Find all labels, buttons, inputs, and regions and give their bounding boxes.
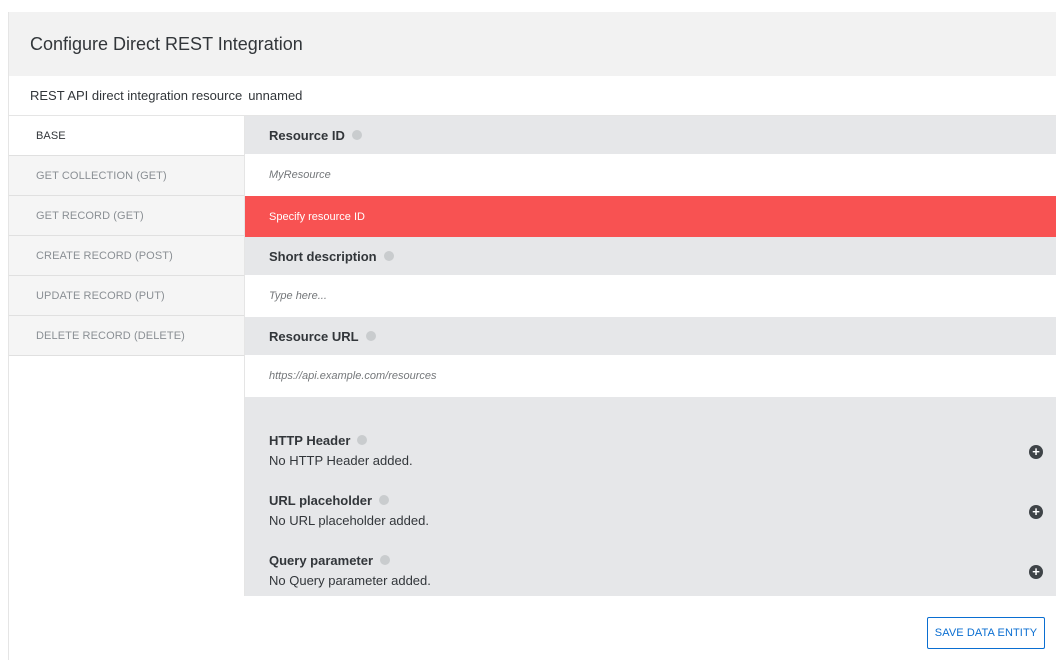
sidebar-item-get-collection[interactable]: GET COLLECTION (GET) — [9, 156, 244, 196]
sidebar-item-label: UPDATE RECORD (PUT) — [36, 289, 165, 302]
http-header-empty-text: No HTTP Header added. — [269, 453, 413, 468]
url-placeholder-label: URL placeholder — [269, 492, 373, 508]
query-parameter-label: Query parameter — [269, 552, 374, 568]
sidebar-nav: BASE GET COLLECTION (GET) GET RECORD (GE… — [9, 116, 245, 596]
short-description-placeholder: Type here... — [269, 290, 327, 302]
sidebar-item-get-record[interactable]: GET RECORD (GET) — [9, 196, 244, 236]
info-icon[interactable] — [357, 435, 368, 445]
resource-type-label: REST API direct integration resource — [30, 88, 243, 103]
url-placeholder-section: URL placeholder No URL placeholder added… — [245, 491, 1056, 551]
url-placeholder-empty-text: No URL placeholder added. — [269, 513, 429, 528]
http-header-title-row: HTTP Header — [269, 431, 1056, 449]
resource-subheader: REST API direct integration resource unn… — [9, 76, 1056, 116]
resource-id-label-row: Resource ID — [245, 116, 1056, 154]
resource-id-error-text: Specify resource ID — [269, 210, 365, 223]
short-description-input[interactable]: Type here... — [245, 275, 1056, 317]
resource-name-value: unnamed — [248, 88, 303, 103]
sidebar-item-label: GET COLLECTION (GET) — [36, 169, 167, 182]
sidebar-item-label: DELETE RECORD (DELETE) — [36, 329, 185, 342]
add-url-placeholder-button[interactable]: + — [1029, 505, 1043, 519]
base-form-panel: Resource ID MyResource Specify resource … — [245, 116, 1056, 596]
resource-id-placeholder: MyResource — [269, 169, 331, 181]
resource-url-label: Resource URL — [269, 328, 359, 344]
dialog-header: Configure Direct REST Integration — [9, 12, 1056, 76]
sidebar-item-label: GET RECORD (GET) — [36, 209, 144, 222]
dialog-body: BASE GET COLLECTION (GET) GET RECORD (GE… — [9, 116, 1056, 596]
sidebar-item-label: BASE — [36, 129, 66, 142]
add-http-header-button[interactable]: + — [1029, 445, 1043, 459]
url-placeholder-title-row: URL placeholder — [269, 491, 1056, 509]
sidebar-item-update-record[interactable]: UPDATE RECORD (PUT) — [9, 276, 244, 316]
info-icon[interactable] — [379, 495, 390, 505]
dialog-title: Configure Direct REST Integration — [30, 33, 303, 54]
resource-url-placeholder: https://api.example.com/resources — [269, 370, 437, 382]
info-icon[interactable] — [351, 130, 362, 140]
query-parameter-title-row: Query parameter — [269, 551, 1056, 569]
dialog-footer: SAVE DATA ENTITY — [9, 598, 1056, 660]
sidebar-item-delete-record[interactable]: DELETE RECORD (DELETE) — [9, 316, 244, 356]
resource-url-label-row: Resource URL — [245, 317, 1056, 355]
sidebar-item-create-record[interactable]: CREATE RECORD (POST) — [9, 236, 244, 276]
http-header-label: HTTP Header — [269, 432, 351, 448]
info-icon[interactable] — [365, 331, 376, 341]
sidebar-item-base[interactable]: BASE — [9, 116, 244, 156]
info-icon[interactable] — [380, 555, 391, 565]
http-header-section: HTTP Header No HTTP Header added. + — [245, 431, 1056, 491]
sidebar-item-label: CREATE RECORD (POST) — [36, 249, 173, 262]
info-icon[interactable] — [383, 251, 394, 261]
short-description-label: Short description — [269, 248, 377, 264]
configure-rest-dialog: Configure Direct REST Integration REST A… — [9, 12, 1056, 660]
save-data-entity-button[interactable]: SAVE DATA ENTITY — [927, 617, 1045, 649]
resource-url-input[interactable]: https://api.example.com/resources — [245, 355, 1056, 397]
add-query-parameter-button[interactable]: + — [1029, 565, 1043, 579]
query-parameter-empty-text: No Query parameter added. — [269, 573, 431, 588]
resource-id-input[interactable]: MyResource — [245, 154, 1056, 196]
resource-id-label: Resource ID — [269, 127, 345, 143]
resource-id-error: Specify resource ID — [245, 196, 1056, 237]
short-description-label-row: Short description — [245, 237, 1056, 275]
